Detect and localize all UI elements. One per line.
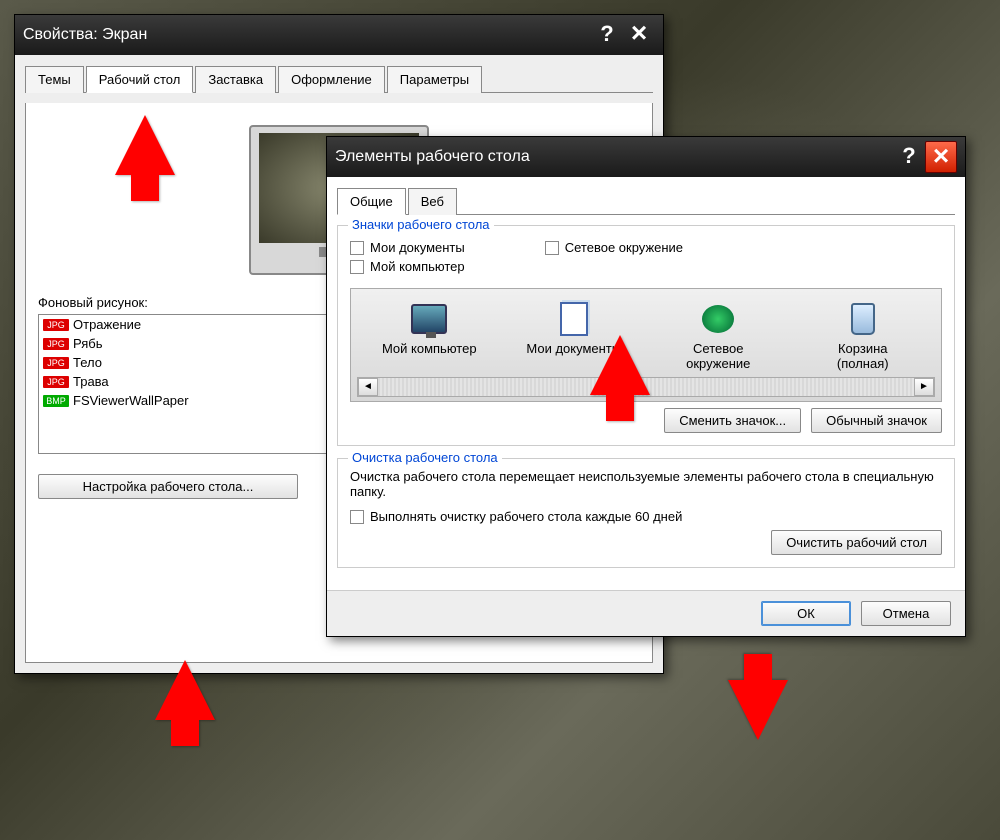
- tab-strip: Общие Веб: [337, 187, 955, 215]
- tab-appearance[interactable]: Оформление: [278, 66, 385, 93]
- checkbox-label: Мой компьютер: [370, 259, 465, 274]
- bmp-icon: BMP: [43, 395, 69, 407]
- documents-icon: [560, 302, 588, 336]
- computer-icon: [411, 304, 447, 334]
- annotation-arrow-1: [115, 115, 175, 175]
- titlebar[interactable]: Свойства: Экран ? ×: [15, 15, 663, 55]
- recycle-bin-icon: [851, 303, 875, 335]
- scroll-right-icon[interactable]: ►: [914, 378, 934, 396]
- tab-web[interactable]: Веб: [408, 188, 457, 215]
- tab-desktop[interactable]: Рабочий стол: [86, 66, 194, 93]
- checkbox-label: Выполнять очистку рабочего стола каждые …: [370, 509, 682, 524]
- checkbox-label: Сетевое окружение: [565, 240, 683, 255]
- tab-general[interactable]: Общие: [337, 188, 406, 215]
- icon-recycle-bin[interactable]: Корзина (полная): [808, 299, 918, 371]
- group-legend: Значки рабочего стола: [348, 217, 494, 232]
- help-icon[interactable]: ?: [595, 23, 619, 47]
- checkbox-cleanup-60days[interactable]: [350, 510, 364, 524]
- jpg-icon: JPG: [43, 376, 69, 388]
- network-icon: [702, 305, 734, 333]
- cleanup-description: Очистка рабочего стола перемещает неиспо…: [350, 469, 942, 499]
- tab-strip: Темы Рабочий стол Заставка Оформление Па…: [25, 65, 653, 93]
- close-icon[interactable]: ×: [925, 141, 957, 173]
- cleanup-group: Очистка рабочего стола Очистка рабочего …: [337, 458, 955, 568]
- checkbox-my-documents[interactable]: [350, 241, 364, 255]
- close-icon[interactable]: ×: [623, 19, 655, 51]
- ok-button[interactable]: ОК: [761, 601, 851, 626]
- checkbox-my-computer[interactable]: [350, 260, 364, 274]
- desktop-settings-button[interactable]: Настройка рабочего стола...: [38, 474, 298, 499]
- change-icon-button[interactable]: Сменить значок...: [664, 408, 801, 433]
- tab-screensaver[interactable]: Заставка: [195, 66, 276, 93]
- default-icon-button[interactable]: Обычный значок: [811, 408, 942, 433]
- annotation-arrow-3: [590, 335, 650, 395]
- icon-my-computer[interactable]: Мой компьютер: [374, 299, 484, 371]
- icon-network[interactable]: Сетевое окружение: [663, 299, 773, 371]
- checkbox-network[interactable]: [545, 241, 559, 255]
- checkbox-label: Мои документы: [370, 240, 465, 255]
- scroll-left-icon[interactable]: ◄: [358, 378, 378, 396]
- jpg-icon: JPG: [43, 338, 69, 350]
- group-legend: Очистка рабочего стола: [348, 450, 502, 465]
- cancel-button[interactable]: Отмена: [861, 601, 951, 626]
- cleanup-now-button[interactable]: Очистить рабочий стол: [771, 530, 942, 555]
- annotation-arrow-2: [155, 660, 215, 720]
- window-title: Элементы рабочего стола: [335, 148, 530, 166]
- window-title: Свойства: Экран: [23, 26, 147, 44]
- jpg-icon: JPG: [43, 319, 69, 331]
- tab-settings[interactable]: Параметры: [387, 66, 482, 93]
- tab-themes[interactable]: Темы: [25, 66, 84, 93]
- jpg-icon: JPG: [43, 357, 69, 369]
- annotation-arrow-4: [728, 680, 788, 740]
- titlebar[interactable]: Элементы рабочего стола ? ×: [327, 137, 965, 177]
- help-icon[interactable]: ?: [897, 145, 921, 169]
